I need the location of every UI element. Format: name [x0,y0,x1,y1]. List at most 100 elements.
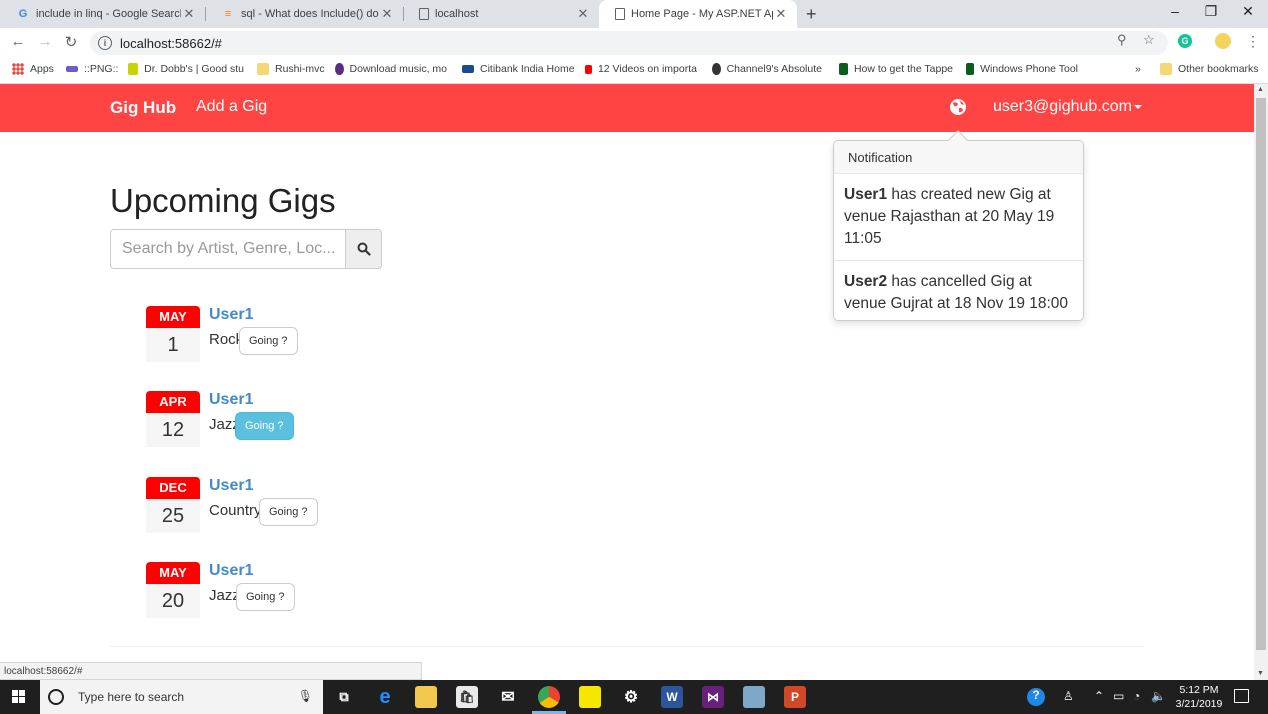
close-icon[interactable]: ✕ [773,6,789,22]
browser-tab[interactable]: localhost ✕ [403,0,599,28]
bookmark-icon [839,63,848,75]
task-view-icon[interactable]: ⧉ [333,686,355,708]
star-icon[interactable]: ☆ [1143,32,1155,48]
bookmark-item[interactable]: How to get the Tappe [839,63,953,75]
new-tab-button[interactable]: + [806,4,817,25]
scroll-down-icon[interactable]: ▼ [1257,670,1264,677]
forward-icon[interactable]: → [36,33,54,50]
page-scrollbar[interactable]: ▲ ▼ [1254,84,1268,680]
search-group [110,229,382,269]
volume-icon[interactable]: 🔈 [1151,689,1166,703]
bookmark-other[interactable]: Other bookmarks [1160,63,1259,75]
bookmark-item[interactable]: Download music, mo [335,63,447,75]
globe-icon[interactable] [950,99,966,115]
brand-link[interactable]: Gig Hub [110,98,176,118]
action-center-icon[interactable] [1234,689,1249,703]
browser-tab-active[interactable]: Home Page - My ASP.NET Applic ✕ [599,0,797,28]
wifi-icon[interactable]: ◔ [1133,689,1140,703]
browser-tab-strip: G include in linq - Google Search ✕ ≡ sq… [0,0,1268,28]
bookmark-apps[interactable]: Apps [12,63,54,75]
add-gig-link[interactable]: Add a Gig [196,98,267,116]
bookmark-item[interactable]: Channel9's Absolute [712,63,822,75]
close-icon[interactable]: ✕ [575,6,591,22]
zoom-icon[interactable]: ⚲ [1117,32,1127,48]
sticky-notes-icon[interactable] [579,686,601,708]
channel9-icon [712,63,721,75]
windows-start-icon[interactable] [12,690,26,704]
page-icon [419,8,429,20]
system-clock[interactable]: 5:12 PM 3/21/2019 [1170,683,1228,711]
powerpoint-icon[interactable]: P [784,686,806,708]
menu-icon[interactable]: ⋮ [1246,33,1260,50]
going-button[interactable]: Going ? [259,498,318,526]
user-email: user3@gighub.com [993,98,1132,115]
citibank-icon [462,65,474,73]
gig-artist-link[interactable]: User1 [209,477,253,495]
bookmark-item[interactable]: 12 Videos on importa [585,63,697,75]
minimize-icon[interactable]: – [1165,3,1185,19]
back-icon[interactable]: ← [9,33,27,50]
popover-title: Notification [834,141,1083,174]
going-button-active[interactable]: Going ? [235,412,294,440]
visual-studio-icon[interactable]: ⋈ [702,686,724,708]
page-title: Upcoming Gigs [110,182,336,219]
gig-item: DEC 25 User1 Country Going ? [146,477,446,537]
going-button[interactable]: Going ? [239,327,298,355]
footer-divider [110,646,1144,647]
microphone-icon[interactable]: 🎙 [298,689,313,703]
gig-artist-link[interactable]: User1 [209,562,253,580]
battery-icon[interactable]: ▭ [1113,689,1124,703]
clock-date: 3/21/2019 [1175,698,1223,710]
word-icon[interactable]: W [661,686,683,708]
stackoverflow-icon: ≡ [224,8,232,20]
restore-icon[interactable]: ❐ [1201,3,1221,20]
settings-icon[interactable]: ⚙ [620,686,642,708]
gig-artist-link[interactable]: User1 [209,306,253,324]
browser-tab[interactable]: G include in linq - Google Search ✕ [0,0,205,28]
close-icon[interactable]: ✕ [181,6,197,22]
youtube-icon [585,64,592,74]
bookmark-item[interactable]: Dr. Dobb's | Good stu [128,63,244,75]
reload-icon[interactable]: ↻ [62,33,80,51]
notification-user: User2 [844,273,888,290]
window-close-icon[interactable]: ✕ [1238,3,1258,20]
apps-grid-icon [12,63,24,75]
mail-icon[interactable]: ✉ [497,686,519,708]
edge-icon[interactable]: e [374,686,396,708]
bookmark-icon [66,66,78,72]
bookmarks-overflow[interactable]: » [1135,63,1141,75]
chrome-icon[interactable] [538,686,560,708]
people-icon[interactable]: ♙ [1063,689,1074,703]
bookmark-item[interactable]: Rushi-mvc [257,63,325,75]
user-menu-toggle[interactable]: user3@gighub.com [993,98,1142,116]
help-icon[interactable]: ? [1027,688,1045,706]
info-icon[interactable]: i [98,36,112,50]
file-explorer-icon[interactable] [415,686,437,708]
scroll-up-icon[interactable]: ▲ [1257,86,1264,93]
profile-avatar[interactable] [1215,33,1231,49]
going-button[interactable]: Going ? [236,583,295,611]
gig-artist-link[interactable]: User1 [209,391,253,409]
taskbar-search[interactable]: Type here to search 🎙 [40,680,323,714]
search-button[interactable] [346,229,382,269]
notification-user: User1 [844,186,888,203]
taskbar-search-placeholder: Type here to search [78,690,185,704]
browser-tab[interactable]: ≡ sql - What does Include() do in LI ✕ [205,0,403,28]
store-icon[interactable]: 🛍 [456,686,478,708]
address-bar[interactable]: i localhost:58662/# [90,31,1168,55]
gig-genre: Country [209,502,262,519]
bookmark-icon [966,63,975,75]
bookmark-item[interactable]: ::PNG:: [66,63,118,75]
scrollbar-thumb[interactable] [1256,98,1266,650]
gig-date: MAY 1 [146,306,200,362]
close-icon[interactable]: ✕ [379,6,395,22]
windows-taskbar: Type here to search 🎙 ⧉ e 🛍 ✉ ⚙ W ⋈ P ? … [0,680,1268,714]
search-input[interactable] [110,229,346,269]
gig-date: DEC 25 [146,477,200,533]
bookmark-item[interactable]: Citibank India Home [462,63,575,75]
tab-title: Home Page - My ASP.NET Applic [631,8,773,20]
bookmark-item[interactable]: Windows Phone Tool [966,63,1078,75]
tray-chevron-icon[interactable]: ⌃ [1094,689,1104,703]
remote-desktop-icon[interactable] [743,686,765,708]
grammarly-icon[interactable]: G [1178,34,1192,48]
